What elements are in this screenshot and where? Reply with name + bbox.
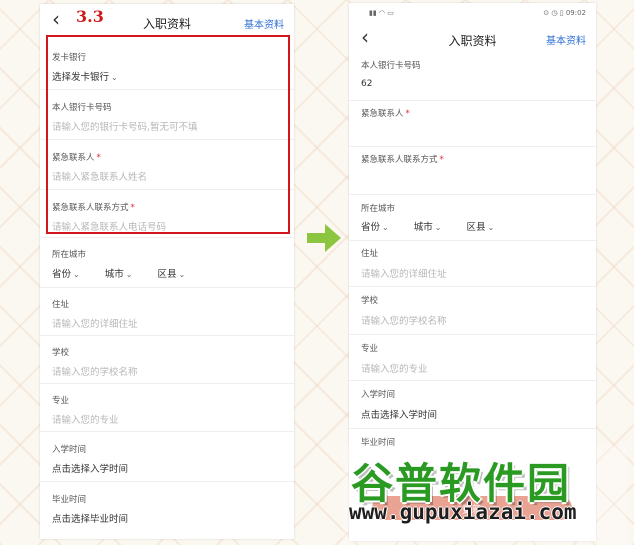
field-label: 本人银行卡号码 <box>361 61 421 71</box>
school-input[interactable]: 请输入您的学校名称 <box>361 313 447 327</box>
chevron-down-icon: ⌄ <box>125 270 133 279</box>
region-selects: 省份 ⌄ 城市 ⌄ 区县 ⌄ <box>52 266 207 280</box>
field-label: 所在城市 <box>52 250 87 260</box>
highlight-box <box>46 35 290 234</box>
city-select[interactable]: 城市 ⌄ <box>414 219 442 233</box>
bank-card-input[interactable]: 62 <box>361 79 372 89</box>
chevron-down-icon: ⌄ <box>382 223 389 232</box>
watermark-url: www.gupuxiazai.com <box>349 500 577 524</box>
city-field: 所在城市 省份 ⌄ 城市 ⌄ 区县 ⌄ <box>40 238 294 288</box>
chevron-down-icon: ⌄ <box>73 270 80 279</box>
emergency-contact-field[interactable]: 紧急联系人 * <box>349 101 596 147</box>
city-select[interactable]: 城市 ⌄ <box>105 266 133 280</box>
major-input[interactable]: 请输入您的专业 <box>52 412 119 426</box>
basic-info-link[interactable]: 基本资料 <box>546 32 586 47</box>
field-label: 入学时间 <box>361 390 396 400</box>
enroll-field[interactable]: 入学时间 点击选择入学时间 <box>40 432 294 482</box>
chevron-down-icon: ⌄ <box>178 270 186 279</box>
graduate-date-picker[interactable]: 点击选择毕业时间 <box>52 511 128 525</box>
school-field[interactable]: 学校 请输入您的学校名称 <box>40 336 294 384</box>
major-input[interactable]: 请输入您的专业 <box>361 361 428 375</box>
graduate-field[interactable]: 毕业时间 点击选择毕业时间 <box>40 482 294 532</box>
province-select[interactable]: 省份 ⌄ <box>52 266 80 280</box>
watermark: 更新 谷普软件园 www.gupuxiazai.com <box>343 445 627 543</box>
field-label: 毕业时间 <box>52 495 87 505</box>
emergency-phone-field[interactable]: 紧急联系人联系方式 * <box>349 147 596 195</box>
field-label: 住址 <box>361 249 379 259</box>
address-input[interactable]: 请输入您的详细住址 <box>361 266 447 280</box>
field-label: 紧急联系人 * <box>361 109 410 119</box>
basic-info-link[interactable]: 基本资料 <box>244 16 284 31</box>
left-header: ‹ 3.3 入职资料 基本资料 <box>40 4 294 36</box>
field-label: 学校 <box>52 348 70 358</box>
field-label: 所在城市 <box>361 204 396 214</box>
field-label: 学校 <box>361 296 379 306</box>
status-time: 09:02 <box>565 9 586 17</box>
enroll-field[interactable]: 入学时间 点击选择入学时间 <box>349 381 596 429</box>
major-field[interactable]: 专业 请输入您的专业 <box>349 335 596 381</box>
signal-wifi-icon: ▮▮ ◠ ▭ <box>369 9 394 17</box>
address-field[interactable]: 住址 请输入您的详细住址 <box>40 288 294 336</box>
field-label: 专业 <box>52 396 70 406</box>
school-field[interactable]: 学校 请输入您的学校名称 <box>349 287 596 335</box>
status-icons: ⊙ ◷ ▯ 09:02 <box>543 9 586 17</box>
field-label: 紧急联系人联系方式 * <box>361 155 444 165</box>
address-input[interactable]: 请输入您的详细住址 <box>52 316 138 330</box>
required-mark: * <box>405 109 410 119</box>
field-label: 专业 <box>361 344 379 354</box>
right-header: ‹ 入职资料 基本资料 <box>349 23 596 55</box>
district-select[interactable]: 区县 ⌄ <box>158 266 186 280</box>
chevron-down-icon: ⌄ <box>434 223 442 232</box>
school-input[interactable]: 请输入您的学校名称 <box>52 364 138 378</box>
bank-card-field[interactable]: 本人银行卡号码 62 <box>349 55 596 101</box>
enroll-date-picker[interactable]: 点击选择入学时间 <box>52 461 128 475</box>
address-field[interactable]: 住址 请输入您的详细住址 <box>349 241 596 287</box>
province-select[interactable]: 省份 ⌄ <box>361 219 389 233</box>
enroll-date-picker[interactable]: 点击选择入学时间 <box>361 407 437 421</box>
field-label: 住址 <box>52 300 70 310</box>
chevron-down-icon: ⌄ <box>487 223 495 232</box>
district-select[interactable]: 区县 ⌄ <box>467 219 495 233</box>
city-field: 所在城市 省份 ⌄ 城市 ⌄ 区县 ⌄ <box>349 195 596 241</box>
status-bar: ▮▮ ◠ ▭ ⊙ ◷ ▯ 09:02 <box>349 3 596 23</box>
region-selects: 省份 ⌄ 城市 ⌄ 区县 ⌄ <box>361 219 516 233</box>
arrow-right-icon <box>307 224 341 252</box>
field-label: 入学时间 <box>52 445 87 455</box>
required-mark: * <box>439 155 444 165</box>
major-field[interactable]: 专业 请输入您的专业 <box>40 384 294 432</box>
